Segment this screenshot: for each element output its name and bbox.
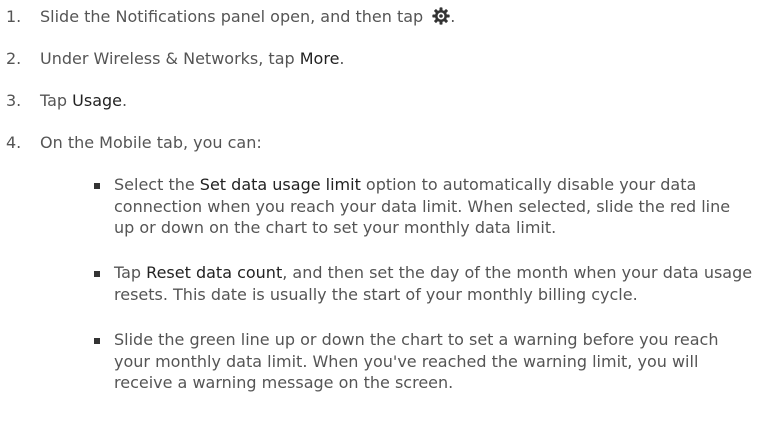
ui-term: Usage <box>72 91 123 110</box>
ui-term: Set data usage limit <box>199 175 361 194</box>
bullet-marker <box>94 271 100 277</box>
step-text: Under Wireless & Networks, tap More. <box>40 49 345 68</box>
step-text: Tap Usage. <box>40 91 128 110</box>
bullet-marker <box>94 183 100 189</box>
instruction-page: 1. Slide the Notifications panel open, a… <box>0 0 767 439</box>
bullet-marker <box>94 338 100 344</box>
step-number: 4. <box>6 133 22 152</box>
step-number: 1. <box>6 7 22 26</box>
step-number: 2. <box>6 49 22 68</box>
gear-icon <box>432 7 450 25</box>
ui-term: Reset data count <box>146 263 283 282</box>
bullet-text: Tap Reset data count, and then set the d… <box>114 263 753 304</box>
step-text: Slide the Notifications panel open, and … <box>40 7 456 26</box>
bullet-text: Select the Set data usage limit option t… <box>114 175 731 237</box>
ui-term: More <box>299 49 340 68</box>
step-number: 3. <box>6 91 22 110</box>
step-text: On the Mobile tab, you can: <box>40 133 262 152</box>
bullet-text: Slide the green line up or down the char… <box>114 330 719 392</box>
